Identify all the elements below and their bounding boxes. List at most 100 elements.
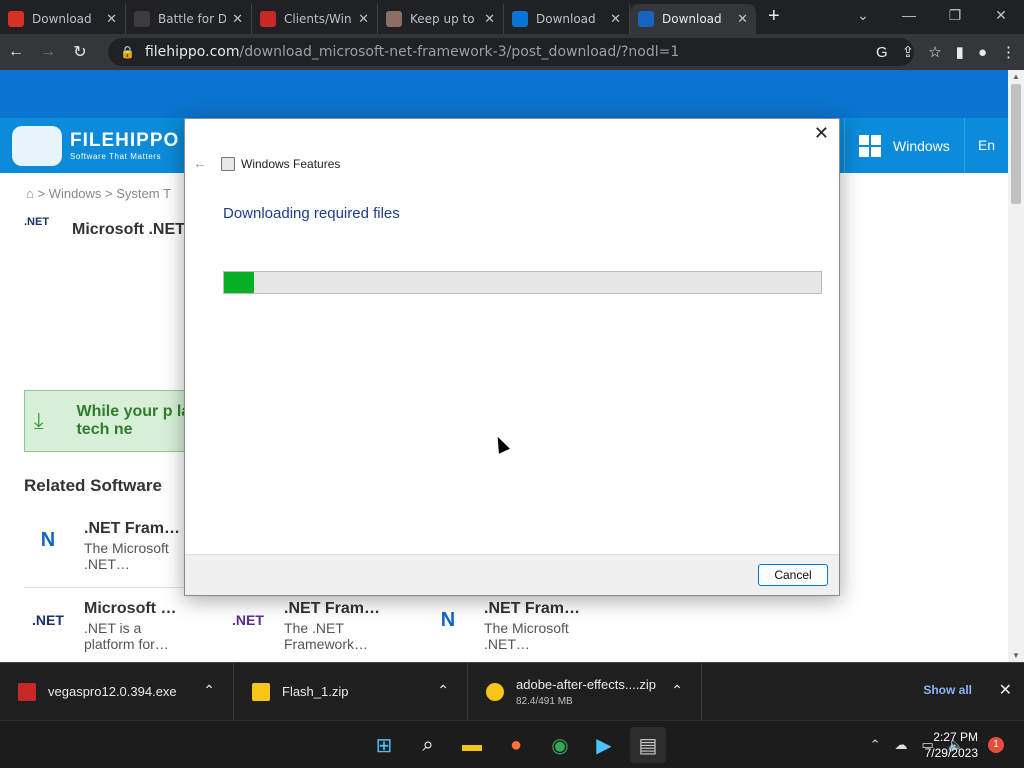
- download-item[interactable]: vegaspro12.0.394.exe ⌃: [0, 662, 234, 721]
- clock[interactable]: 2:27 PM 7/29/2023: [925, 729, 978, 761]
- hippo-logo-icon: [12, 125, 62, 166]
- download-size: 82.4/491 MB: [516, 695, 573, 707]
- download-icon: ⤓: [33, 408, 44, 433]
- download-filename: Flash_1.zip: [282, 684, 349, 699]
- close-tab-icon[interactable]: ✕: [232, 11, 243, 27]
- download-filename: adobe-after-effects....zip: [516, 676, 656, 692]
- breadcrumb-text[interactable]: > Windows > System T: [37, 186, 170, 201]
- menu-icon[interactable]: ⋮: [1001, 43, 1016, 61]
- tray-overflow-icon[interactable]: ⌃: [870, 737, 881, 753]
- tab-search-icon[interactable]: ⌄: [840, 0, 886, 30]
- close-shelf-icon[interactable]: ✕: [999, 680, 1012, 700]
- dialog-footer: Cancel: [185, 554, 839, 595]
- google-icon[interactable]: G: [876, 44, 888, 61]
- chevron-up-icon[interactable]: ⌃: [437, 682, 449, 699]
- network-icon[interactable]: ☁: [895, 737, 908, 753]
- browser-toolbar: ← → ↻ 🔒 filehippo.com/download_microsoft…: [0, 34, 1024, 70]
- clock-time: 2:27 PM: [933, 730, 978, 744]
- window-controls: ⌄ — ❐ ✕: [840, 0, 1024, 30]
- breadcrumb: ⌂ > Windows > System T: [26, 186, 171, 201]
- profile-icon[interactable]: ●: [978, 44, 987, 61]
- tab-title: Clients/Win: [284, 12, 352, 26]
- dialog-header: Windows Features: [221, 157, 340, 171]
- scroll-down-icon[interactable]: ▼: [1008, 651, 1024, 660]
- bookmark-star-icon[interactable]: ☆: [928, 43, 941, 61]
- filehippo-logo[interactable]: FILEHIPPO Software That Matters: [12, 125, 180, 166]
- share-icon[interactable]: ⇪: [902, 43, 915, 61]
- zip-file-icon: [486, 682, 504, 701]
- browser-tab-4[interactable]: Keep up to ✕: [378, 4, 504, 34]
- chevron-up-icon[interactable]: ⌃: [203, 682, 215, 699]
- browser-tab-6[interactable]: Download ✕: [630, 4, 756, 34]
- favicon-icon: [260, 11, 276, 27]
- notification-badge[interactable]: 1: [988, 737, 1004, 753]
- forward-icon[interactable]: →: [32, 43, 64, 61]
- dotnet-icon: .NET: [32, 612, 64, 628]
- favicon-icon: [386, 11, 402, 27]
- tab-title: Battle for D: [158, 12, 227, 26]
- close-tab-icon[interactable]: ✕: [484, 11, 495, 27]
- close-tab-icon[interactable]: ✕: [358, 11, 369, 27]
- browser-tab-2[interactable]: Battle for D ✕: [126, 4, 252, 34]
- file-explorer-icon[interactable]: ▬: [454, 727, 490, 763]
- minimize-icon[interactable]: —: [886, 0, 932, 30]
- page-scrollbar[interactable]: ▲ ▼: [1008, 70, 1024, 662]
- scroll-up-icon[interactable]: ▲: [1008, 72, 1024, 81]
- windows-features-taskbar-icon[interactable]: ▤: [630, 727, 666, 763]
- related-item[interactable]: N .NET Fram… The Microsoft .NET…: [24, 520, 184, 572]
- dialog-heading: Downloading required files: [223, 205, 400, 222]
- chrome-icon[interactable]: ◉: [542, 727, 578, 763]
- close-tab-icon[interactable]: ✕: [737, 11, 748, 27]
- taskbar-apps: ⊞ ⌕ ▬ ● ◉ ▶ ▤: [366, 721, 666, 769]
- zip-file-icon: [252, 682, 270, 701]
- restore-icon[interactable]: ❐: [932, 0, 978, 30]
- product-header: .NET Microsoft .NET: [24, 216, 185, 244]
- dotnet-logo-icon: .NET: [24, 216, 50, 228]
- nav-windows[interactable]: Windows: [844, 118, 964, 173]
- dialog-close-icon[interactable]: ✕: [814, 123, 829, 144]
- home-icon[interactable]: ⌂: [26, 186, 34, 201]
- new-tab-icon[interactable]: +: [768, 5, 780, 28]
- reload-icon[interactable]: ↻: [64, 42, 96, 62]
- logo-name: FILEHIPPO: [70, 130, 180, 151]
- browser-tab-5[interactable]: Download ✕: [504, 4, 630, 34]
- related-desc: The Microsoft .NET…: [84, 540, 169, 572]
- exe-file-icon: [18, 682, 36, 701]
- tab-title: Download: [662, 12, 722, 26]
- download-item[interactable]: adobe-after-effects....zip 82.4/491 MB ⌃: [468, 662, 702, 721]
- close-tab-icon[interactable]: ✕: [106, 11, 117, 27]
- related-desc: The .NET Framework…: [284, 620, 369, 652]
- language-selector[interactable]: En: [964, 118, 1008, 173]
- product-title: Microsoft .NET: [72, 221, 185, 238]
- cancel-button[interactable]: Cancel: [758, 564, 828, 586]
- progress-fill: [224, 272, 254, 293]
- address-bar[interactable]: 🔒 filehippo.com/download_microsoft-net-f…: [108, 38, 914, 66]
- firefox-icon[interactable]: ●: [498, 727, 534, 763]
- browser-tab-3[interactable]: Clients/Win ✕: [252, 4, 378, 34]
- scroll-thumb[interactable]: [1011, 84, 1021, 204]
- close-tab-icon[interactable]: ✕: [610, 11, 621, 27]
- related-name: .NET Fram…: [84, 520, 181, 537]
- dotnet-icon: .NET: [232, 612, 264, 628]
- chevron-up-icon[interactable]: ⌃: [671, 682, 683, 699]
- lock-icon[interactable]: 🔒: [120, 45, 135, 59]
- favicon-icon: [638, 11, 654, 27]
- show-all-button[interactable]: Show all: [923, 683, 972, 697]
- related-heading: Related Software: [24, 476, 162, 495]
- start-icon[interactable]: ⊞: [366, 727, 402, 763]
- related-item[interactable]: .NET .NET Fram… The .NET Framework…: [224, 600, 384, 652]
- sidepanel-icon[interactable]: ▮: [956, 43, 964, 61]
- media-app-icon[interactable]: ▶: [586, 727, 622, 763]
- dotnet-icon: N: [440, 608, 456, 631]
- dialog-back-icon[interactable]: ←: [193, 155, 207, 171]
- toolbar-icons: G ⇪ ☆ ▮ ● ⋮: [876, 34, 1016, 70]
- related-item[interactable]: .NET Microsoft … .NET is a platform for…: [24, 600, 184, 652]
- window-close-icon[interactable]: ✕: [978, 0, 1024, 30]
- download-progress-bar: [223, 271, 822, 294]
- back-icon[interactable]: ←: [0, 43, 32, 61]
- download-item[interactable]: Flash_1.zip ⌃: [234, 662, 468, 721]
- search-icon[interactable]: ⌕: [410, 727, 446, 763]
- clock-date: 7/29/2023: [924, 746, 978, 760]
- browser-tab-1[interactable]: Download ✕: [0, 4, 126, 34]
- related-item[interactable]: N .NET Fram… The Microsoft .NET…: [424, 600, 584, 652]
